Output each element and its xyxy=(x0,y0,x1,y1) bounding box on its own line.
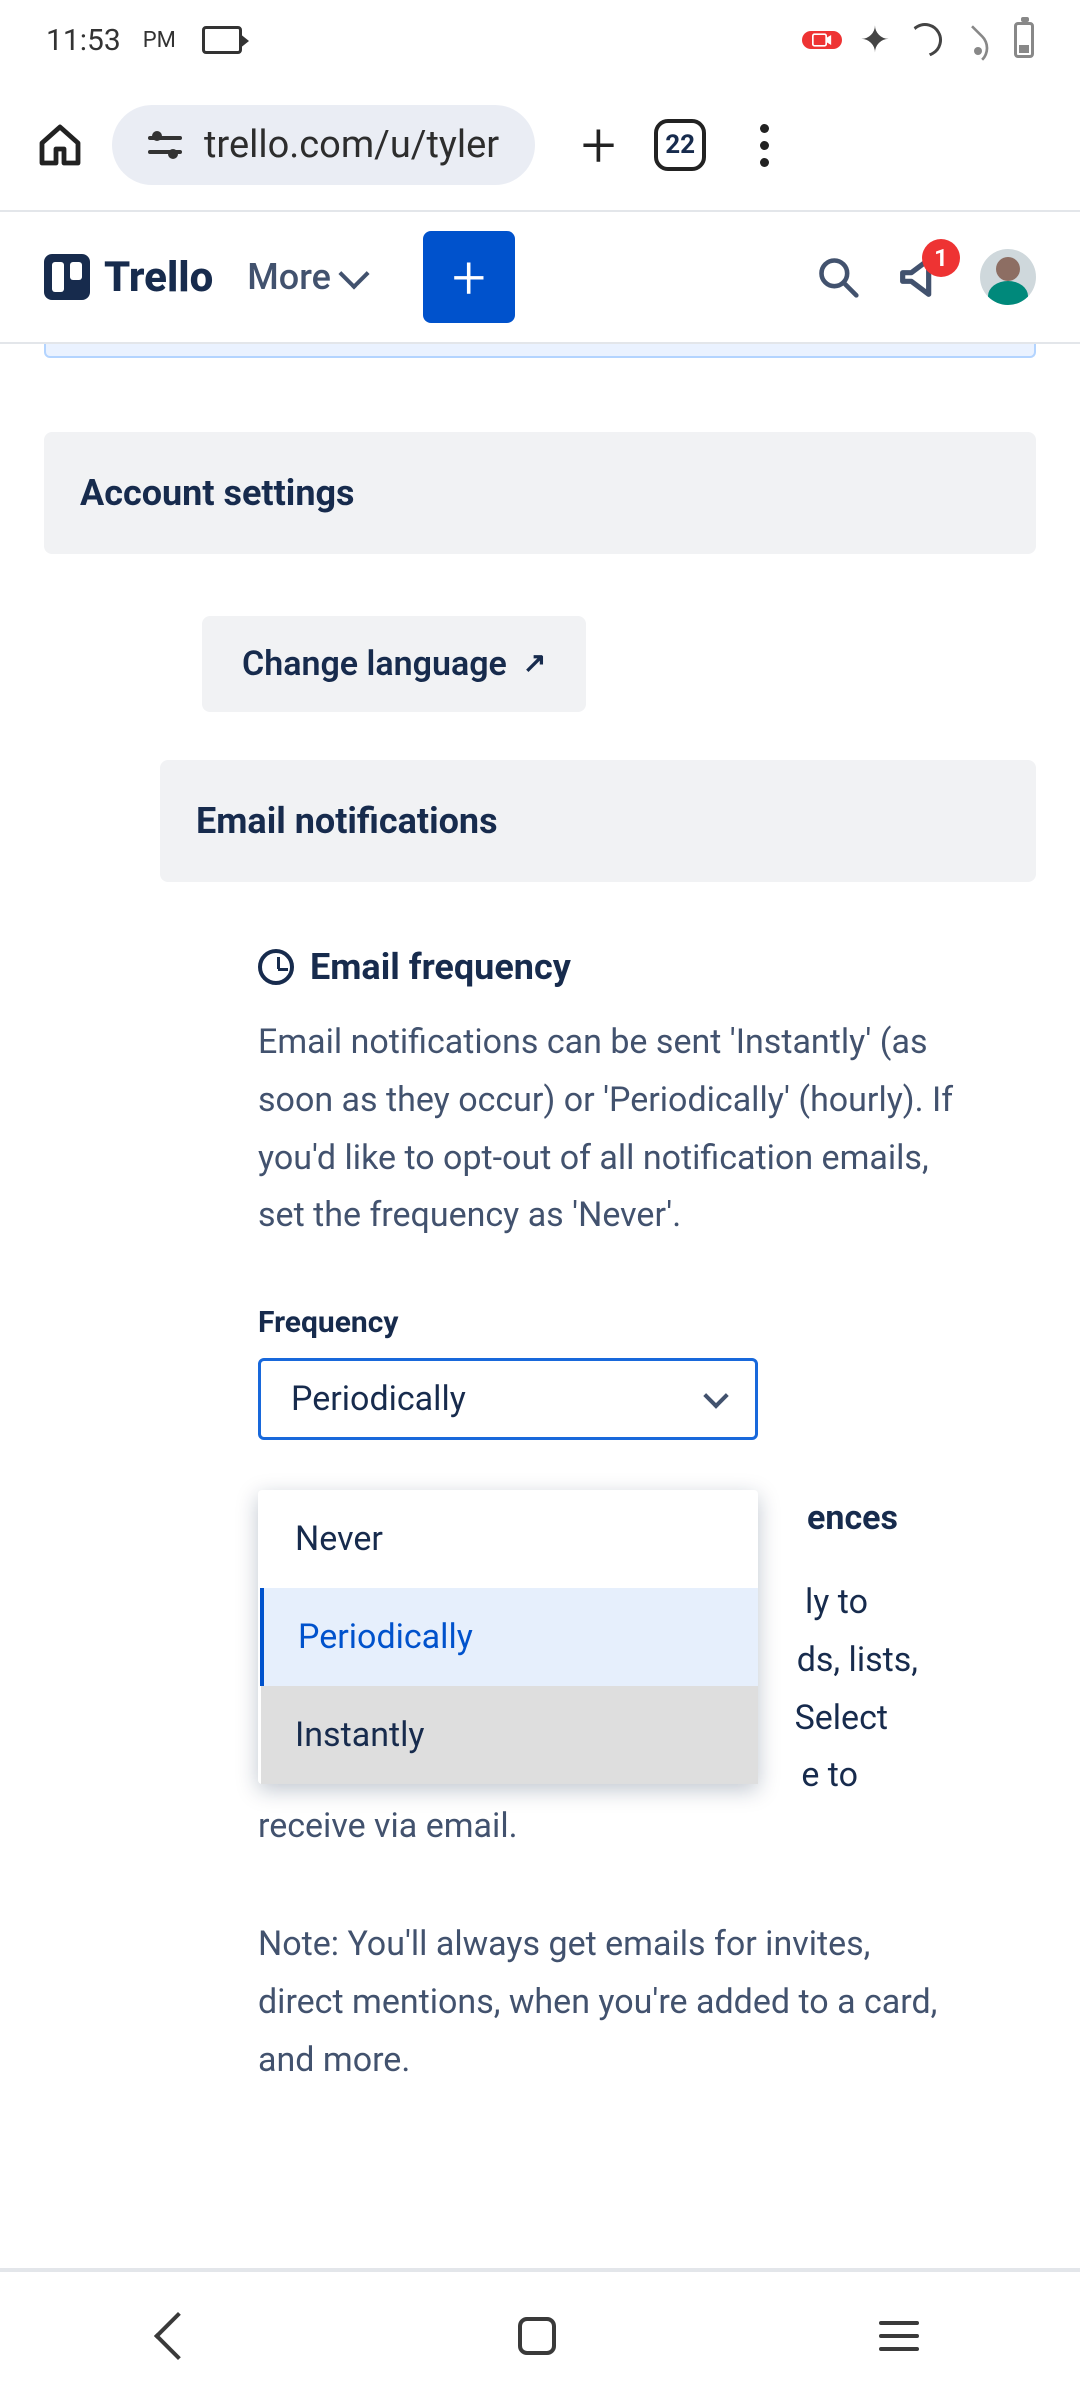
url-bar[interactable]: trello.com/u/tyler xyxy=(112,105,535,185)
clock-icon xyxy=(258,949,294,985)
frequency-field-label: Frequency xyxy=(258,1305,958,1340)
frequency-select-value: Periodically xyxy=(291,1379,466,1419)
app-header: Trello More + 1 xyxy=(0,212,1080,342)
trello-logo-icon xyxy=(44,254,90,300)
screen-record-badge xyxy=(802,31,842,49)
change-language-label: Change language xyxy=(242,644,507,684)
recording-icon xyxy=(202,26,242,54)
change-language-button[interactable]: Change language ↗ xyxy=(202,616,586,712)
site-settings-icon[interactable] xyxy=(148,132,182,158)
more-menu[interactable]: More xyxy=(247,256,365,298)
section-account-settings: Account settings xyxy=(44,432,1036,554)
browser-toolbar: trello.com/u/tyler + 22 xyxy=(0,80,1080,210)
notifications-button[interactable]: 1 xyxy=(894,251,946,303)
avatar[interactable] xyxy=(980,249,1036,305)
banner-remainder xyxy=(44,344,1036,358)
frequency-option-periodically[interactable]: Periodically xyxy=(260,1588,758,1686)
do-not-disturb-icon xyxy=(902,17,948,63)
trello-logo-text: Trello xyxy=(104,253,213,302)
nav-back-icon[interactable] xyxy=(154,2312,202,2360)
battery-icon xyxy=(1014,22,1034,58)
preferences-note: Note: You'll always get emails for invit… xyxy=(258,1916,958,2089)
preferences-tail-text: receive via email. xyxy=(258,1798,958,1856)
tab-switcher[interactable]: 22 xyxy=(654,119,706,171)
frequency-option-instantly[interactable]: Instantly xyxy=(261,1686,758,1784)
frequency-option-never[interactable]: Never xyxy=(261,1490,758,1588)
external-link-icon: ↗ xyxy=(523,646,546,679)
browser-menu-icon[interactable] xyxy=(740,121,788,169)
nav-recent-icon[interactable] xyxy=(879,2321,919,2351)
browser-home-icon[interactable] xyxy=(36,121,84,169)
email-frequency-description: Email notifications can be sent 'Instant… xyxy=(258,1014,958,1245)
android-nav-bar xyxy=(0,2270,1080,2400)
page-content: Account settings Change language ↗ Email… xyxy=(0,432,1080,2089)
url-text: trello.com/u/tyler xyxy=(204,123,499,167)
chevron-down-icon xyxy=(703,1383,728,1408)
status-ampm: PM xyxy=(143,28,176,53)
wifi-icon xyxy=(960,27,996,53)
new-tab-icon[interactable]: + xyxy=(581,109,616,182)
nav-home-icon[interactable] xyxy=(518,2317,556,2355)
bluetooth-icon: ✦ xyxy=(860,19,890,61)
status-time: 11:53 xyxy=(46,23,121,58)
more-label: More xyxy=(247,256,331,298)
frequency-select[interactable]: Periodically xyxy=(258,1358,758,1440)
chevron-down-icon xyxy=(338,258,369,289)
create-button[interactable]: + xyxy=(423,231,515,323)
email-frequency-title: Email frequency xyxy=(310,946,571,988)
android-status-bar: 11:53 PM ✦ xyxy=(0,0,1080,80)
search-icon[interactable] xyxy=(816,255,860,299)
email-frequency-block: Email frequency Email notifications can … xyxy=(258,946,958,2089)
trello-logo[interactable]: Trello xyxy=(44,253,213,302)
notification-badge: 1 xyxy=(922,239,960,277)
section-email-notifications: Email notifications xyxy=(160,760,1036,882)
frequency-dropdown[interactable]: Never Periodically Instantly xyxy=(258,1490,758,1784)
